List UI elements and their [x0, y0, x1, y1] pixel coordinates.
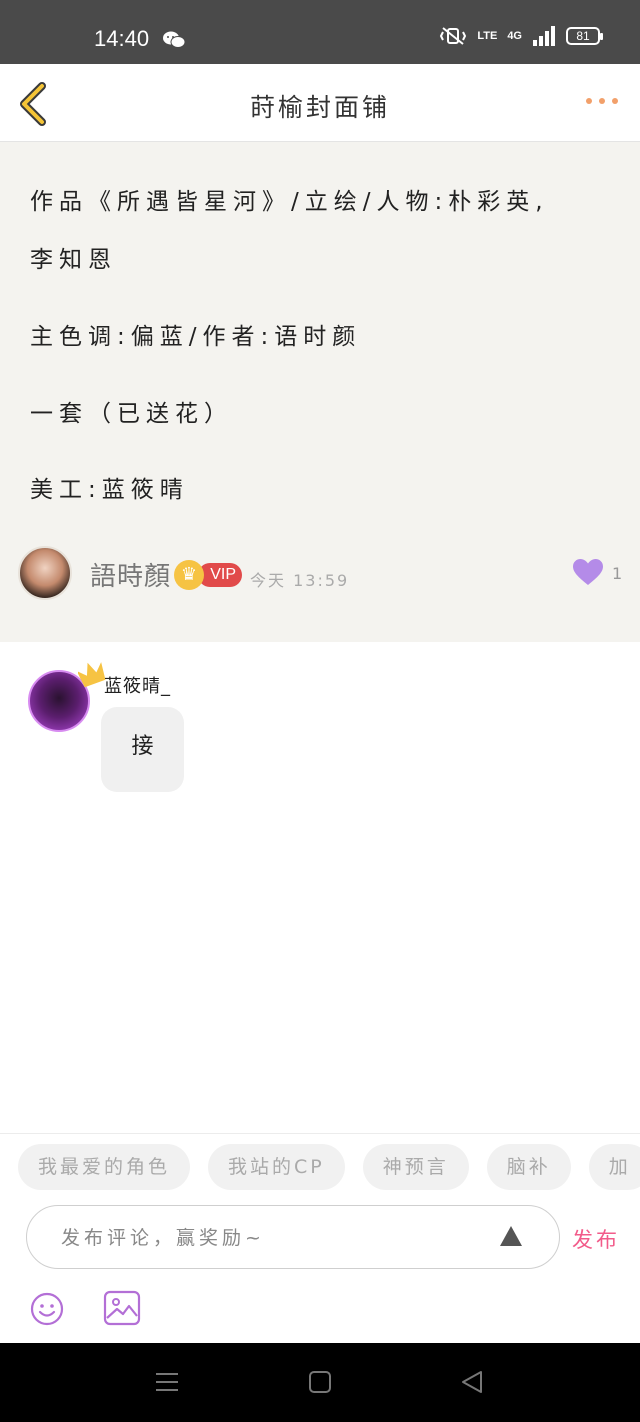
- nav-bar: 莳榆封面铺: [0, 64, 640, 142]
- tag-chip[interactable]: 脑补: [486, 1144, 571, 1190]
- comment-bubble: 接: [101, 707, 184, 792]
- post-text-line: 美工:蓝筱晴: [30, 477, 189, 503]
- comment-composer: 我最爱的角色 我站的CP 神预言 脑补 加 发布: [0, 1133, 640, 1343]
- comment-input[interactable]: [61, 1222, 481, 1254]
- status-bar: 14:40 LTE 4G 81: [0, 0, 640, 64]
- tag-chip[interactable]: 我最爱的角色: [18, 1144, 191, 1190]
- like-count: 1: [612, 564, 623, 583]
- crown-icon: [78, 662, 106, 688]
- quick-tag-chips: 我最爱的角色 我站的CP 神预言 脑补 加: [18, 1144, 640, 1190]
- post-text-line: 作品《所遇皆星河》/立绘/人物:朴彩英,: [30, 189, 549, 215]
- status-indicators: LTE 4G 81: [439, 26, 603, 46]
- battery-icon: 81: [566, 27, 603, 45]
- author-avatar[interactable]: [18, 546, 72, 600]
- post-text-line: 主色调:偏蓝/作者:语时颜: [30, 324, 362, 350]
- network-label: 4G: [507, 30, 522, 42]
- status-time: 14:40: [94, 26, 150, 51]
- send-arrow-icon[interactable]: [499, 1224, 523, 1248]
- post-text-line: 李知恩: [30, 247, 117, 273]
- tag-chip[interactable]: 加: [588, 1144, 640, 1190]
- lte-label: LTE: [477, 30, 498, 42]
- menu-icon[interactable]: [155, 1370, 179, 1394]
- post-timestamp: 今天 13:59: [250, 571, 350, 590]
- system-nav-bar: [0, 1343, 640, 1422]
- home-icon[interactable]: [308, 1370, 332, 1394]
- comment-input-container: [26, 1205, 560, 1269]
- signal-icon: [533, 26, 555, 46]
- more-options-icon[interactable]: [586, 98, 618, 104]
- emoji-icon[interactable]: [30, 1292, 64, 1326]
- author-name[interactable]: 語時顏: [90, 556, 171, 593]
- post-card: 作品《所遇皆星河》/立绘/人物:朴彩英, 李知恩 主色调:偏蓝/作者:语时颜 一…: [0, 142, 640, 642]
- tag-chip[interactable]: 我站的CP: [208, 1144, 345, 1190]
- back-triangle-icon[interactable]: [460, 1370, 484, 1394]
- commenter-name[interactable]: 蓝筱晴_: [104, 672, 171, 698]
- tag-chip[interactable]: 神预言: [362, 1144, 469, 1190]
- publish-button[interactable]: 发布: [572, 1224, 620, 1254]
- page-title: 莳榆封面铺: [249, 93, 390, 122]
- crown-icon: ♛: [174, 560, 204, 590]
- post-text-line: 一套（已送花）: [30, 401, 233, 427]
- image-icon[interactable]: [103, 1290, 141, 1326]
- vibrate-mute-icon: [440, 27, 467, 45]
- wechat-icon: [163, 31, 186, 48]
- vip-badge: VIP: [198, 563, 242, 587]
- heart-icon[interactable]: [572, 558, 604, 586]
- post-author-row: 語時顏 VIP ♛ 今天 13:59 1: [18, 546, 622, 602]
